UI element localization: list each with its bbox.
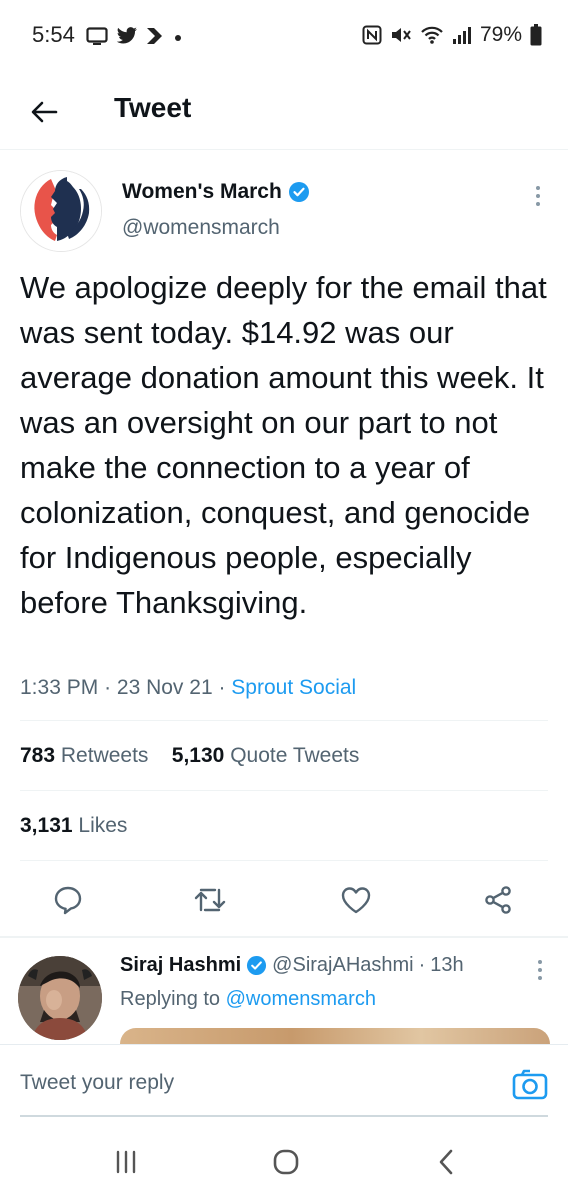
author-avatar[interactable] [20, 170, 102, 252]
tweet-metadata: 1:33 PM · 23 Nov 21 · Sprout Social [20, 676, 356, 700]
divider [20, 790, 548, 791]
more-dot-icon [536, 202, 540, 206]
back-arrow-icon [31, 101, 58, 123]
author-handle[interactable]: @womensmarch [122, 216, 280, 240]
status-notification-icons [86, 22, 184, 50]
home-button[interactable] [266, 1142, 306, 1182]
recent-apps-icon [116, 1150, 136, 1174]
retweets-stat[interactable]: 783 Retweets [20, 744, 148, 767]
back-button[interactable] [22, 90, 66, 134]
reply-author-avatar[interactable] [18, 956, 102, 1040]
battery-percentage: 79% [479, 23, 522, 46]
replying-to: Replying to @womensmarch [120, 988, 376, 1011]
camera-icon [512, 1069, 548, 1100]
divider [20, 720, 548, 721]
reply-icon [54, 886, 82, 915]
camera-button[interactable] [512, 1067, 548, 1101]
meta-separator: · [104, 676, 117, 699]
more-options-button[interactable] [526, 180, 550, 212]
quote-tweets-count: 5,130 [171, 744, 225, 767]
verified-badge-icon [288, 182, 309, 202]
retweets-label: Retweets [60, 744, 149, 767]
likes-label: Likes [78, 814, 128, 837]
likes-count: 3,131 [20, 814, 73, 837]
status-bar: 5:54 79% [0, 0, 568, 72]
womens-march-logo [21, 171, 101, 251]
reply-separator: · [418, 954, 426, 976]
reply-more-options-button[interactable] [530, 956, 550, 984]
engagement-stats: 783 Retweets 5,130 Quote Tweets [20, 744, 359, 768]
like-button[interactable] [336, 880, 376, 920]
signal-icon [452, 25, 472, 45]
retweets-count: 783 [20, 744, 56, 767]
share-icon [485, 886, 511, 914]
reply-button[interactable] [48, 880, 88, 920]
more-dot-icon [538, 968, 542, 972]
reply-author-name[interactable]: Siraj Hashmi [120, 954, 241, 977]
tweet-date: 23 Nov 21 [116, 676, 213, 699]
tweet-text: We apologize deeply for the email that w… [20, 270, 547, 620]
twitter-bird-icon [116, 27, 138, 45]
mute-icon [390, 25, 412, 45]
reply-composer: Tweet your reply [0, 1044, 568, 1117]
tweet-time: 1:33 PM [20, 676, 99, 699]
nfc-icon [362, 25, 382, 45]
battery-icon [530, 24, 542, 46]
status-system-icons: 79% [362, 20, 542, 50]
composer-underline [20, 1115, 548, 1117]
section-divider [0, 936, 568, 938]
replying-to-handle-link[interactable]: @womensmarch [226, 988, 376, 1010]
home-icon [273, 1149, 299, 1175]
tweet-actions [0, 876, 568, 924]
more-dot-icon [536, 194, 540, 198]
system-back-button[interactable] [426, 1142, 466, 1182]
top-app-bar: Tweet [0, 72, 568, 150]
quote-tweets-stat[interactable]: 5,130 Quote Tweets [172, 744, 360, 767]
likes-stat[interactable]: 3,131 Likes [20, 814, 127, 838]
meta-separator: · [218, 676, 232, 699]
quote-tweets-label: Quote Tweets [230, 744, 360, 767]
reply-author-handle[interactable]: @SirajAHashmi [272, 954, 413, 977]
tweet-source-link[interactable]: Sprout Social [231, 676, 356, 699]
reply-input[interactable]: Tweet your reply [20, 1071, 174, 1095]
verified-badge-icon [247, 955, 267, 976]
status-time: 5:54 [32, 22, 75, 47]
more-dot-icon [538, 976, 542, 980]
arrow-app-icon [146, 26, 164, 46]
replying-to-prefix: Replying to [120, 988, 221, 1010]
wifi-icon [420, 25, 444, 45]
chevron-left-icon [439, 1149, 453, 1175]
retweet-button[interactable] [190, 880, 230, 920]
heart-icon [341, 887, 371, 914]
retweet-icon [194, 888, 226, 912]
system-navigation-bar [0, 1120, 568, 1200]
recent-apps-button[interactable] [106, 1142, 146, 1182]
divider [20, 860, 548, 861]
share-button[interactable] [478, 880, 518, 920]
author-name-text: Women's March [122, 180, 282, 203]
more-dot-icon [538, 960, 542, 964]
author-name[interactable]: Women's March [122, 180, 310, 204]
dot-icon [172, 30, 184, 42]
page-title: Tweet [114, 92, 192, 123]
cast-icon [86, 27, 108, 45]
person-photo-icon [18, 956, 102, 1040]
reply-header: Siraj Hashmi @SirajAHashmi · 13h [120, 954, 464, 977]
more-dot-icon [536, 186, 540, 190]
reply-time: 13h [430, 954, 464, 976]
